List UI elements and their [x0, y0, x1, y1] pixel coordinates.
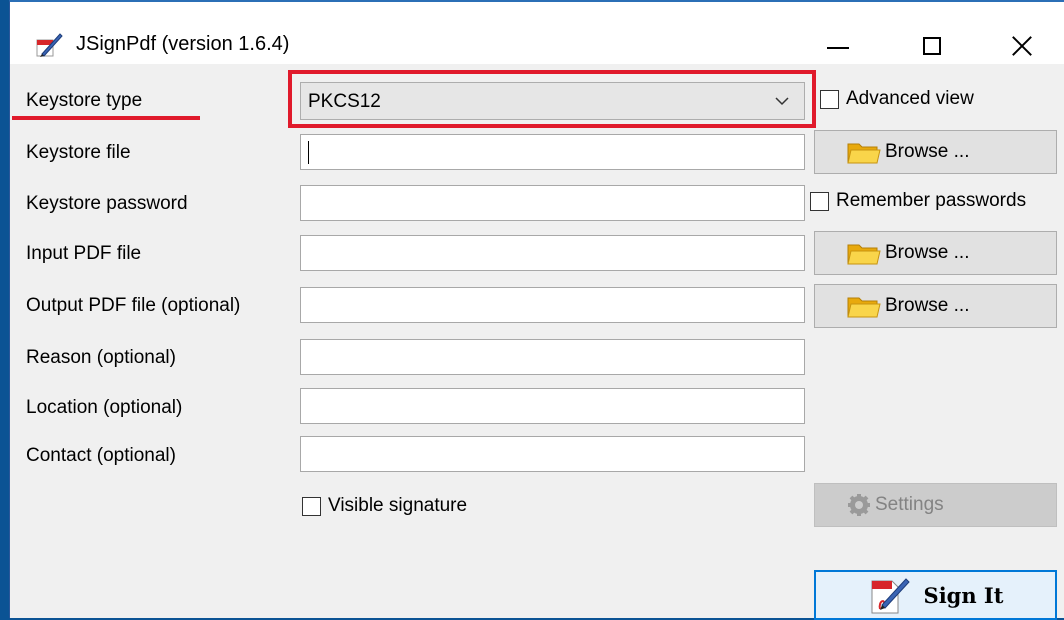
app-icon — [36, 33, 63, 57]
location-input[interactable] — [300, 388, 805, 424]
folder-icon — [847, 240, 881, 266]
input-pdf-label: Input PDF file — [26, 243, 142, 264]
output-pdf-label: Output PDF file (optional) — [26, 295, 241, 316]
visible-signature-label: Visible signature — [328, 495, 468, 516]
sign-it-button[interactable]: Sign It — [814, 570, 1057, 620]
settings-button[interactable]: Settings — [814, 483, 1057, 527]
checkbox-box[interactable] — [820, 89, 839, 109]
minimize-icon — [827, 47, 849, 49]
location-label: Location (optional) — [26, 397, 183, 418]
folder-icon — [847, 293, 881, 319]
keystore-file-label: Keystore file — [26, 142, 131, 163]
input-pdf-input[interactable] — [300, 235, 805, 271]
maximize-button[interactable] — [902, 22, 962, 64]
visible-signature-checkbox[interactable]: Visible signature — [302, 495, 467, 517]
window-title: JSignPdf (version 1.6.4) — [76, 33, 290, 55]
browse-keystore-label: Browse ... — [885, 141, 970, 162]
advanced-view-checkbox[interactable]: Advanced view — [820, 88, 974, 110]
maximize-icon — [923, 37, 941, 55]
keystore-type-label: Keystore type — [26, 90, 143, 111]
browse-output-pdf-button[interactable]: Browse ... — [814, 284, 1057, 328]
remember-passwords-label: Remember passwords — [836, 190, 1027, 211]
remember-passwords-checkbox[interactable]: Remember passwords — [810, 190, 1026, 212]
sign-it-label: Sign It — [923, 582, 1004, 608]
advanced-view-label: Advanced view — [846, 88, 974, 109]
keystore-password-label: Keystore password — [26, 193, 188, 214]
checkbox-box[interactable] — [302, 496, 321, 516]
browse-input-pdf-button[interactable]: Browse ... — [814, 231, 1057, 275]
jsignpdf-window: JSignPdf (version 1.6.4) Keystore type K… — [9, 0, 1064, 620]
browse-input-pdf-label: Browse ... — [885, 242, 970, 263]
settings-label: Settings — [875, 494, 944, 515]
gear-icon — [847, 493, 871, 517]
keystore-file-input[interactable] — [300, 134, 805, 170]
reason-input[interactable] — [300, 339, 805, 375]
contact-label: Contact (optional) — [26, 445, 176, 466]
folder-icon — [847, 139, 881, 165]
title-bar: JSignPdf (version 1.6.4) — [10, 2, 1064, 64]
pdf-sign-icon — [868, 575, 910, 615]
close-button[interactable] — [992, 22, 1052, 64]
minimize-button[interactable] — [808, 22, 868, 64]
browse-keystore-button[interactable]: Browse ... — [814, 130, 1057, 174]
text-caret — [308, 141, 309, 164]
output-pdf-input[interactable] — [300, 287, 805, 323]
keystore-type-highlight-box — [288, 70, 816, 128]
contact-input[interactable] — [300, 436, 805, 472]
reason-label: Reason (optional) — [26, 347, 176, 368]
keystore-type-highlight-underline — [12, 116, 200, 120]
checkbox-box[interactable] — [810, 191, 829, 211]
keystore-password-input[interactable] — [300, 185, 805, 221]
close-icon — [1011, 35, 1033, 57]
browse-output-pdf-label: Browse ... — [885, 295, 970, 316]
